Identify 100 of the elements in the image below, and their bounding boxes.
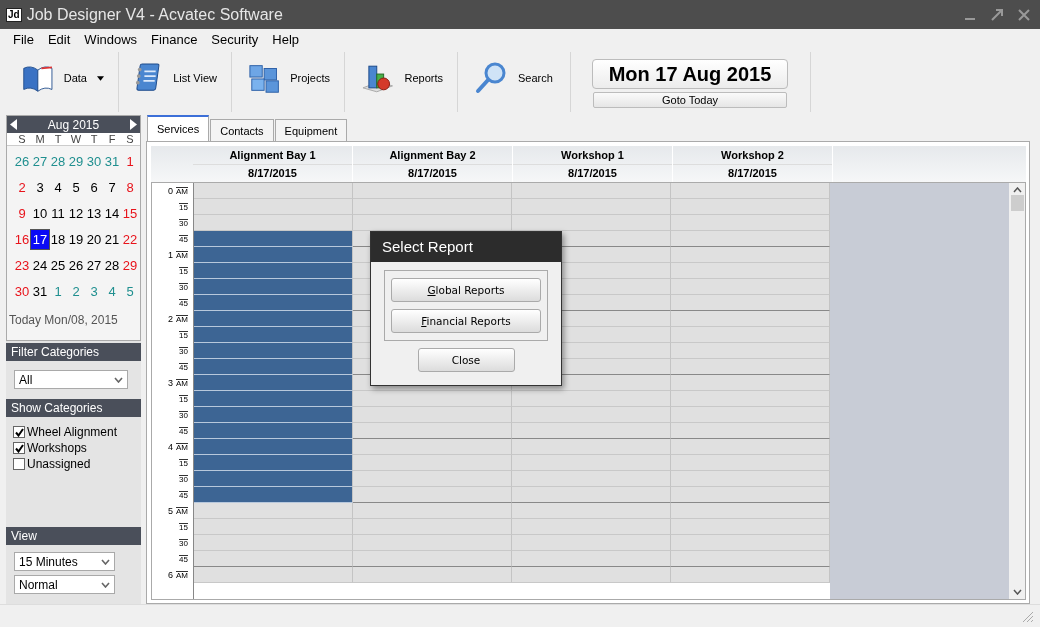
checkbox[interactable]	[13, 458, 25, 470]
menu-item[interactable]: File	[6, 32, 41, 47]
calendar-day[interactable]: 22	[121, 230, 139, 249]
calendar-day[interactable]: 14	[103, 204, 121, 223]
next-month-icon[interactable]	[130, 119, 137, 130]
column-date: 8/17/2015	[673, 163, 832, 182]
resize-grip-icon[interactable]	[1020, 609, 1034, 623]
calendar-day[interactable]: 10	[31, 204, 49, 223]
report-button[interactable]: Global Reports	[391, 278, 541, 302]
menu-item[interactable]: Security	[204, 32, 266, 47]
booked-slot[interactable]	[194, 487, 353, 503]
booked-slot[interactable]	[194, 263, 353, 279]
calendar-day[interactable]: 19	[67, 230, 85, 249]
calendar-day[interactable]: 3	[85, 282, 103, 301]
filter-dropdown[interactable]: All	[14, 370, 128, 389]
calendar-day[interactable]: 3	[31, 178, 49, 197]
calendar-day[interactable]: 1	[49, 282, 67, 301]
calendar-day[interactable]: 15	[121, 204, 139, 223]
minute-label: 30	[179, 282, 188, 292]
calendar-day[interactable]: 6	[85, 178, 103, 197]
calendar-day[interactable]: 20	[85, 230, 103, 249]
booked-slot[interactable]	[194, 375, 353, 391]
calendar-day[interactable]: 17	[31, 230, 49, 249]
calendar-day[interactable]: 27	[31, 152, 49, 171]
booked-slot[interactable]	[194, 311, 353, 327]
calendar-day[interactable]: 31	[103, 152, 121, 171]
goto-today-button[interactable]: Goto Today	[593, 92, 787, 108]
booked-slot[interactable]	[194, 391, 353, 407]
calendar-day[interactable]: 31	[31, 282, 49, 301]
calendar-day[interactable]: 18	[49, 230, 67, 249]
calendar-day[interactable]: 7	[103, 178, 121, 197]
booked-slot[interactable]	[194, 295, 353, 311]
scroll-down-icon[interactable]	[1012, 589, 1022, 595]
menu-item[interactable]: Help	[265, 32, 307, 47]
calendar-day[interactable]: 30	[85, 152, 103, 171]
close-icon[interactable]	[1018, 8, 1030, 21]
checkbox[interactable]	[13, 426, 25, 438]
view-dropdown[interactable]: 15 Minutes	[14, 552, 115, 571]
calendar-day[interactable]: 2	[13, 178, 31, 197]
calendar-day[interactable]: 5	[67, 178, 85, 197]
calendar-day[interactable]: 12	[67, 204, 85, 223]
calendar-day[interactable]: 24	[31, 256, 49, 275]
calendar-day[interactable]: 5	[121, 282, 139, 301]
calendar-day[interactable]: 4	[103, 282, 121, 301]
calendar-day[interactable]: 1	[121, 152, 139, 171]
scroll-up-icon[interactable]	[1012, 187, 1022, 193]
calendar-day[interactable]: 26	[67, 256, 85, 275]
calendar-day[interactable]: 2	[67, 282, 85, 301]
booked-slot[interactable]	[194, 423, 353, 439]
calendar-day[interactable]: 13	[85, 204, 103, 223]
calendar-day[interactable]: 30	[13, 282, 31, 301]
menu-item[interactable]: Edit	[40, 32, 78, 47]
previous-month-icon[interactable]	[10, 119, 17, 130]
booked-slot[interactable]	[194, 327, 353, 343]
calendar-day[interactable]: 26	[13, 152, 31, 171]
toolbar-button[interactable]: Search	[458, 52, 571, 112]
calendar-day[interactable]: 28	[49, 152, 67, 171]
booked-slot[interactable]	[194, 343, 353, 359]
calendar-day[interactable]: 21	[103, 230, 121, 249]
booked-slot[interactable]	[194, 471, 353, 487]
hour-label: 4	[168, 442, 173, 452]
maximize-icon[interactable]	[991, 8, 1003, 21]
tab[interactable]: Contacts	[210, 119, 274, 141]
booked-slot[interactable]	[194, 279, 353, 295]
booked-slot[interactable]	[194, 455, 353, 471]
close-button[interactable]: Close	[417, 348, 515, 372]
calendar-day[interactable]: 9	[13, 204, 31, 223]
checkbox[interactable]	[13, 442, 25, 454]
calendar-day[interactable]: 23	[13, 256, 31, 275]
calendar-day[interactable]: 29	[67, 152, 85, 171]
tab[interactable]: Equipment	[274, 119, 348, 141]
menu-item[interactable]: Finance	[144, 32, 205, 47]
toolbar-button[interactable]: Projects	[232, 52, 345, 112]
minute-label: 45	[179, 362, 188, 372]
window-title: Job Designer V4 - Acvatec Software	[26, 5, 284, 24]
booked-slot[interactable]	[194, 407, 353, 423]
report-button[interactable]: Financial Reports	[391, 309, 541, 333]
chevron-down-icon	[101, 558, 110, 565]
view-dropdown[interactable]: Normal	[14, 575, 115, 594]
calendar-day[interactable]: 27	[85, 256, 103, 275]
calendar-day[interactable]: 4	[49, 178, 67, 197]
calendar-day[interactable]: 25	[49, 256, 67, 275]
tab[interactable]: Services	[147, 115, 210, 141]
toolbar-button[interactable]: Data	[6, 52, 119, 112]
toolbar-button[interactable]: List View	[119, 52, 232, 112]
booked-slot[interactable]	[194, 231, 353, 247]
calendar-day[interactable]: 11	[49, 204, 67, 223]
booked-slot[interactable]	[194, 439, 353, 455]
scrollbar[interactable]	[1009, 183, 1025, 599]
menu-item[interactable]: Windows	[77, 32, 145, 47]
calendar-day[interactable]: 29	[121, 256, 139, 275]
scroll-thumb[interactable]	[1010, 195, 1024, 211]
calendar-day[interactable]: 28	[103, 256, 121, 275]
toolbar-button[interactable]: Reports	[345, 52, 458, 112]
booked-slot[interactable]	[194, 247, 353, 263]
booked-slot[interactable]	[194, 359, 353, 375]
calendar-day[interactable]: 8	[121, 178, 139, 197]
dialog-title: Select Report	[371, 232, 561, 262]
calendar-day[interactable]: 16	[13, 230, 31, 249]
today-label[interactable]: Today Mon/08, 2015	[7, 301, 140, 327]
